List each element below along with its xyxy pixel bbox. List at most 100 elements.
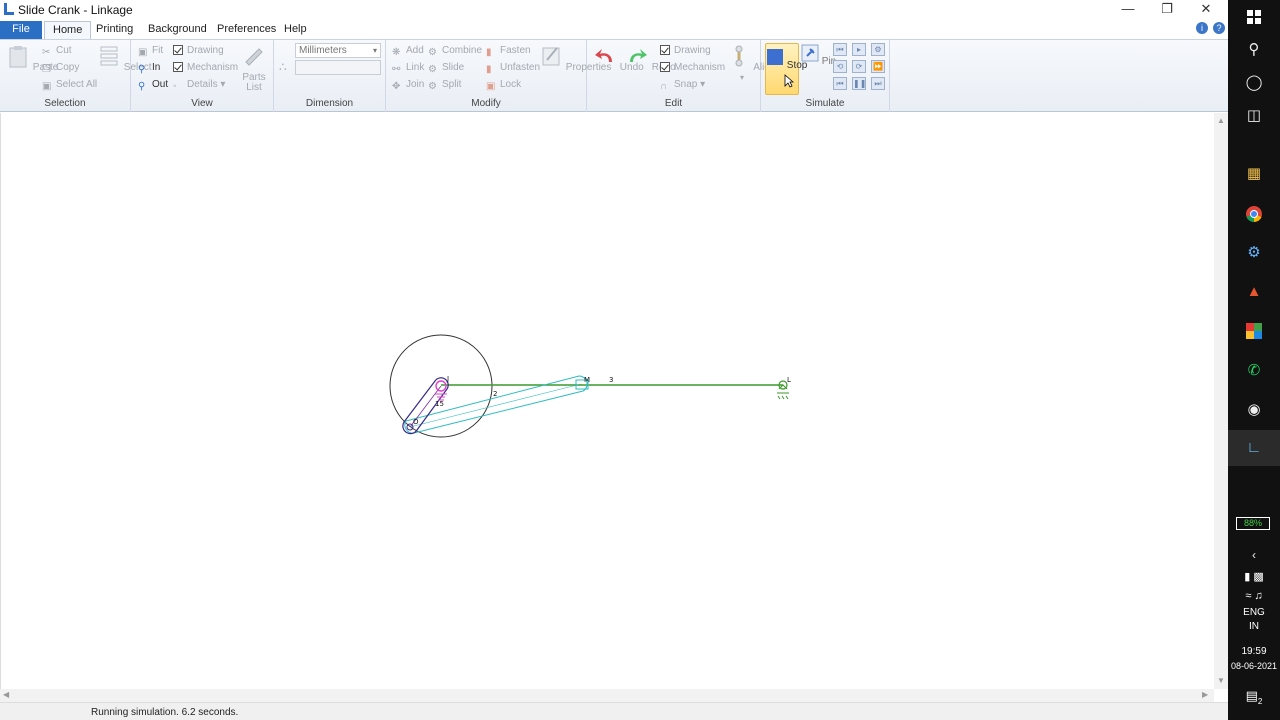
lock-icon: ▣ — [486, 81, 496, 92]
properties-button[interactable]: Properties — [539, 44, 611, 73]
sim-pause-icon[interactable]: ❚❚ — [852, 77, 866, 90]
undo-arrow-icon — [595, 49, 612, 62]
horizontal-scrollbar[interactable]: ◀ ▶ — [0, 689, 1214, 702]
notification-icon[interactable]: ▤2 — [1228, 688, 1280, 706]
lock-button[interactable]: ▣ Lock — [486, 79, 521, 92]
checkbox-checked-icon — [173, 62, 183, 72]
scroll-up-icon[interactable]: ▲ — [1217, 116, 1225, 125]
minimize-button[interactable]: — — [1108, 0, 1148, 19]
group-label-selection: Selection — [44, 98, 86, 109]
units-select[interactable]: Millimeters ▾ — [295, 43, 381, 58]
windows-start-icon[interactable] — [1242, 5, 1266, 29]
zoom-in-button[interactable]: ⚲ In — [138, 62, 160, 75]
tab-preferences[interactable]: Preferences — [209, 21, 284, 39]
clock-time[interactable]: 19:59 — [1228, 646, 1280, 657]
scroll-down-icon[interactable]: ▼ — [1217, 676, 1225, 685]
details-dropdown[interactable]: ◦ Details ▾ — [173, 79, 225, 92]
linkage-taskbar-icon[interactable]: ∟ — [1242, 436, 1266, 460]
edit-mechanism-checkbox[interactable]: Mechanism — [660, 62, 725, 73]
split-icon: ⚙ — [428, 81, 437, 92]
slide-button[interactable]: ⚙ Slide — [428, 62, 464, 75]
search-icon[interactable]: ⚲ — [1242, 38, 1266, 62]
scroll-left-icon[interactable]: ◀ — [3, 690, 9, 699]
cut-button[interactable]: ✂ Cut — [42, 45, 72, 58]
group-view: ▣ Fit ⚲ In ⚲ Out Drawing Mechanism ◦ Details… — [131, 40, 274, 112]
slide-icon: ⚙ — [428, 64, 437, 75]
obs-icon[interactable]: ◉ — [1242, 398, 1266, 422]
scissors-icon: ✂ — [42, 47, 51, 58]
align-button[interactable]: Align ▾ — [727, 44, 775, 82]
close-button[interactable]: ✕ — [1186, 0, 1226, 19]
link-button[interactable]: ⚯ Link — [392, 62, 424, 75]
sim-rotate-ccw-icon[interactable]: ⟲ — [833, 60, 847, 73]
dimension-input[interactable] — [295, 60, 381, 75]
snap-dropdown[interactable]: ∩ Snap ▾ — [660, 79, 705, 92]
link-icon: ⚯ — [392, 64, 401, 75]
copy-icon: ❐ — [42, 64, 51, 75]
language-in[interactable]: IN — [1228, 621, 1280, 632]
scroll-right-icon[interactable]: ▶ — [1202, 690, 1208, 699]
view-mechanism-checkbox[interactable]: Mechanism — [173, 62, 238, 73]
fasten-button[interactable]: ▮ Fasten — [486, 45, 531, 58]
ribbon-tabs: File Home Printing Background Preference… — [0, 19, 1228, 39]
paste-button[interactable]: Paste — [6, 44, 58, 73]
language-eng[interactable]: ENG — [1228, 607, 1280, 618]
tray-icons[interactable]: ▮ ▩ — [1228, 570, 1280, 583]
copy-button[interactable]: ❐ Copy — [42, 62, 79, 75]
tab-home[interactable]: Home — [44, 21, 92, 39]
parts-list-button[interactable]: Parts List — [239, 44, 269, 93]
select-button[interactable]: Select — [97, 44, 152, 73]
sim-last-frame-icon[interactable]: ⏭ — [871, 77, 885, 90]
zoom-out-button[interactable]: ⚲ Out — [138, 79, 168, 92]
chrome-icon[interactable] — [1242, 202, 1266, 226]
file-menu[interactable]: File — [0, 21, 42, 39]
group-selection: Paste ✂ Cut ❐ Copy ▣ Select All Select Sele… — [0, 40, 152, 112]
add-button[interactable]: ❋ Add — [392, 45, 424, 58]
clock-date[interactable]: 08-06-2021 — [1228, 661, 1280, 671]
cortana-icon[interactable]: ◯ — [1242, 71, 1266, 95]
steam-icon[interactable]: ⚙ — [1242, 241, 1266, 265]
combine-button[interactable]: ⚙ Combine — [428, 45, 482, 58]
split-button[interactable]: ⚙ Split — [428, 79, 461, 92]
matlab-icon[interactable]: ▲ — [1242, 280, 1266, 304]
sim-rotate-cw-icon[interactable]: ⟳ — [852, 60, 866, 73]
network-volume-icons[interactable]: ≈ ♫ — [1228, 590, 1280, 602]
view-drawing-checkbox[interactable]: Drawing — [173, 45, 224, 56]
chevron-left-icon[interactable]: ‹ — [1242, 543, 1266, 567]
tab-help[interactable]: Help — [276, 21, 315, 39]
group-simulate: Stop Pin ⏮ ▸ ⚙ ⟲ ⟳ ⏩ ⏮ ❚❚ ⏭ Simulate — [761, 40, 890, 112]
sim-fast-back-icon[interactable]: ⏮ — [833, 43, 847, 56]
battery-indicator[interactable]: 88% — [1236, 517, 1270, 530]
join-button[interactable]: ✥ Join — [392, 79, 424, 92]
edit-drawing-checkbox[interactable]: Drawing — [660, 45, 711, 56]
whatsapp-icon[interactable]: ✆ — [1242, 359, 1266, 383]
drawing-canvas[interactable]: J M L O 2 3 15 — [0, 113, 1214, 689]
zoom-fit-button[interactable]: ▣ Fit — [138, 45, 163, 58]
group-label-edit: Edit — [664, 98, 683, 109]
restore-button[interactable]: ❐ — [1147, 0, 1187, 19]
ribbon: Paste ✂ Cut ❐ Copy ▣ Select All Select Sele… — [0, 39, 1228, 112]
tab-printing[interactable]: Printing — [88, 21, 141, 39]
label-link-15: 15 — [435, 400, 444, 408]
office-icon[interactable] — [1242, 319, 1266, 343]
sim-step-icon[interactable]: ▸ — [852, 43, 866, 56]
select-all-icon: ▣ — [42, 81, 52, 92]
sim-options-icon[interactable]: ⚙ — [871, 43, 885, 56]
group-label-view: View — [191, 98, 213, 109]
vertical-scrollbar[interactable]: ▲ ▼ — [1214, 113, 1228, 689]
unfasten-button[interactable]: ▮ Unfasten — [486, 62, 540, 75]
undo-button[interactable]: Undo — [593, 44, 644, 73]
help-icon[interactable]: ? — [1213, 22, 1225, 34]
task-view-icon[interactable]: ◫ — [1242, 104, 1266, 128]
redo-button[interactable]: Redo — [625, 44, 676, 73]
pin-button[interactable]: Pin — [801, 44, 836, 67]
magnifier-minus-icon: ⚲ — [138, 81, 146, 92]
select-all-button[interactable]: ▣ Select All — [42, 79, 97, 92]
info-icon[interactable]: i — [1196, 22, 1208, 34]
sim-fast-forward-icon[interactable]: ⏩ — [871, 60, 885, 73]
sim-first-frame-icon[interactable]: ⏮ — [833, 77, 847, 90]
tab-background[interactable]: Background — [140, 21, 215, 39]
taskbar: ⚲ ◯ ◫ ▦ ⚙ ▲ ✆ ◉ ∟ 88% ‹ ▮ ▩ ≈ ♫ ENG IN 1… — [1228, 0, 1280, 720]
file-explorer-icon[interactable]: ▦ — [1242, 162, 1266, 186]
notification-count: 2 — [1257, 697, 1263, 706]
